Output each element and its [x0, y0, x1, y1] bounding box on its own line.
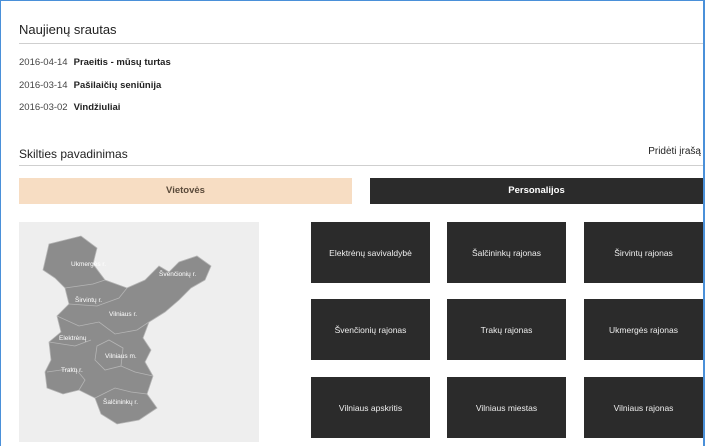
tab-vietoves[interactable]: Vietovės [19, 178, 352, 204]
news-title-link[interactable]: Praeitis - mūsų turtas [74, 57, 171, 68]
tile-sirvintu[interactable]: Širvintų rajonas [584, 222, 703, 283]
region-map[interactable]: Ukmergės r. Švenčionių r. Širvintų r. Vi… [19, 222, 259, 442]
section-title: Skilties pavadinimas [19, 147, 128, 161]
news-title-link[interactable]: Pašilaičių seniūnija [74, 80, 162, 91]
tile-ukmerges[interactable]: Ukmergės rajonas [584, 299, 703, 360]
tile-svencioniu[interactable]: Švenčionių rajonas [311, 299, 430, 360]
tile-salcininku[interactable]: Šalčininkų rajonas [447, 222, 566, 283]
map-graphic[interactable]: Ukmergės r. Švenčionių r. Širvintų r. Vi… [19, 222, 259, 442]
news-title-link[interactable]: Vindžiuliai [74, 102, 121, 113]
map-region-shape[interactable] [42, 235, 212, 425]
tab-personalijos[interactable]: Personalijos [370, 178, 703, 204]
news-item[interactable]: 2016-03-02 Vindžiuliai [19, 102, 120, 113]
tile-vilniaus-rajonas[interactable]: Vilniaus rajonas [584, 377, 703, 438]
news-date: 2016-03-14 [19, 80, 68, 91]
tile-vilniaus-apskritis[interactable]: Vilniaus apskritis [311, 377, 430, 438]
map-label: Trakų r. [61, 367, 83, 374]
news-date: 2016-03-02 [19, 102, 68, 113]
map-label: Šalčininkų r. [103, 397, 138, 406]
news-item[interactable]: 2016-04-14 Praeitis - mūsų turtas [19, 57, 171, 68]
tile-elektrenu[interactable]: Elektrėnų savivaldybė [311, 222, 430, 283]
map-label: Švenčionių r. [159, 269, 196, 278]
map-label: Vilniaus r. [109, 311, 137, 318]
news-date: 2016-04-14 [19, 57, 68, 68]
map-label: Širvintų r. [75, 295, 102, 304]
tile-traku[interactable]: Trakų rajonas [447, 299, 566, 360]
add-entry-link[interactable]: Pridėti įrašą [648, 146, 701, 157]
map-label: Elektrėnų [59, 335, 87, 342]
news-item[interactable]: 2016-03-14 Pašilaičių seniūnija [19, 80, 161, 91]
news-feed-title: Naujienų srautas [19, 22, 117, 37]
map-label: Ukmergės r. [71, 261, 106, 268]
tile-vilniaus-miestas[interactable]: Vilniaus miestas [447, 377, 566, 438]
divider [19, 43, 703, 44]
map-label: Vilniaus m. [105, 353, 137, 360]
divider [19, 165, 703, 166]
